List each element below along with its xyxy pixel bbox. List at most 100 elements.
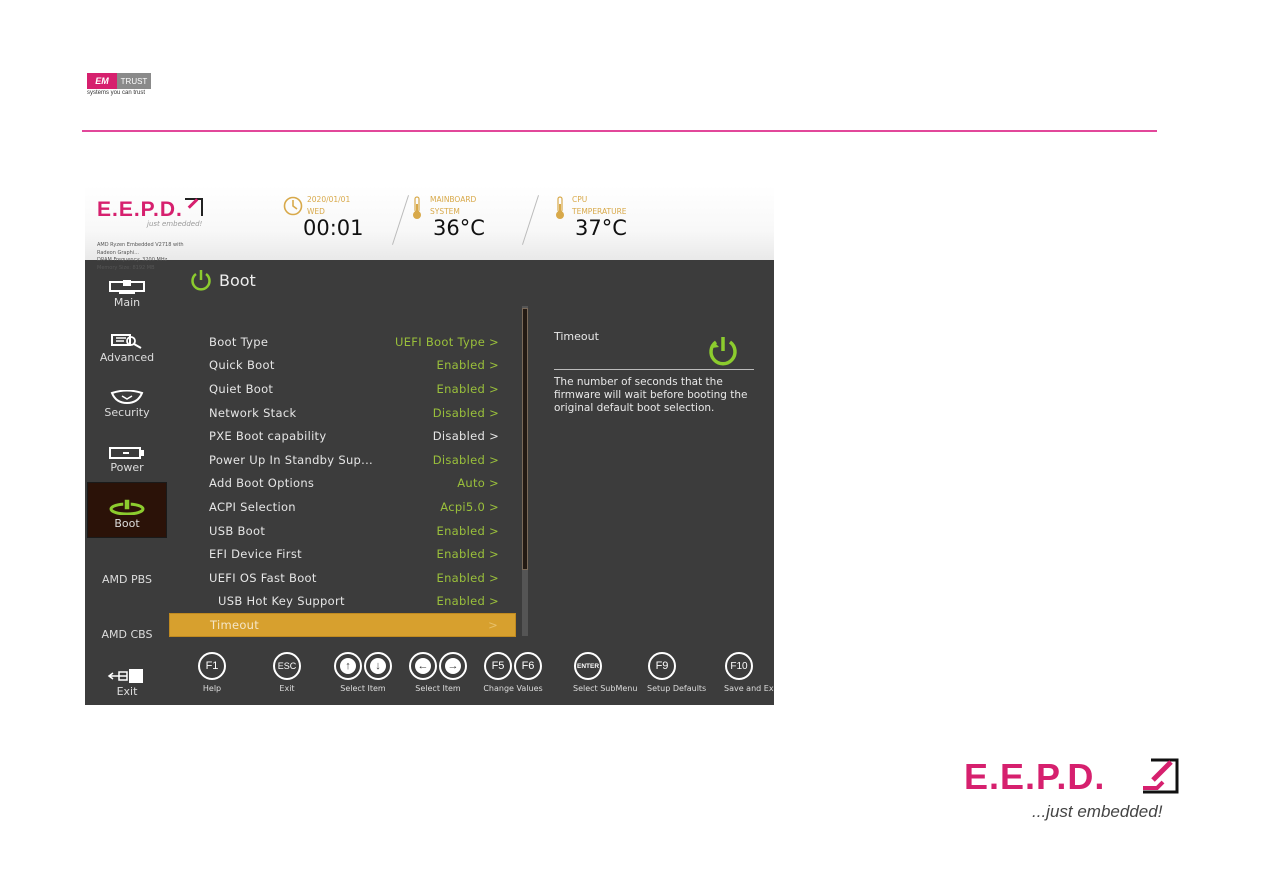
key-leftright-select[interactable]: ← → Select Item	[406, 652, 470, 693]
menu-item-label: USB Boot	[209, 523, 266, 538]
menu-item-value[interactable]: Disabled >	[433, 453, 499, 467]
thermometer-icon	[413, 196, 421, 219]
key-label: Select Item	[415, 684, 461, 693]
menu-item-label: Timeout	[210, 617, 260, 632]
key-f1: F1	[198, 652, 226, 680]
sidebar-item-main[interactable]: Main	[87, 266, 167, 320]
arrow-down-icon: ↓	[364, 652, 392, 680]
menu-item-label: EFI Device First	[209, 547, 302, 562]
datetime-widget: 2020/01/01 WED 00:01	[283, 194, 364, 240]
key-f5: F5	[484, 652, 512, 680]
menu-item-usb-boot[interactable]: USB Boot Enabled >	[169, 519, 516, 543]
menu-item-label: Network Stack	[209, 405, 297, 420]
menu-item-label: UEFI OS Fast Boot	[209, 570, 317, 585]
key-label: Exit	[279, 684, 295, 693]
menu-item-quick-boot[interactable]: Quick Boot Enabled >	[169, 354, 516, 378]
menu-item-label: USB Hot Key Support	[218, 594, 345, 609]
key-enter: ENTER	[574, 652, 602, 680]
menu-item-quiet-boot[interactable]: Quiet Boot Enabled >	[169, 377, 516, 401]
menu-item-pxe-boot-capability[interactable]: PXE Boot capability Disabled >	[169, 424, 516, 448]
key-f5f6-change[interactable]: F5 F6 Change Values	[481, 652, 545, 693]
menu-item-label: Power Up In Standby Sup...	[209, 452, 373, 467]
sidebar-label: Advanced	[99, 351, 155, 364]
sidebar-item-power[interactable]: Power	[87, 431, 167, 485]
sidebar-label: AMD CBS	[101, 627, 153, 641]
menu-item-label: ACPI Selection	[209, 499, 296, 514]
sidebar-item-security[interactable]: Security	[87, 376, 167, 430]
key-label: Setup Defaults	[647, 684, 707, 693]
key-label: Help	[202, 684, 222, 693]
menu-item-value[interactable]: Enabled >	[437, 358, 499, 372]
bios-brand: E.E.P.D.	[97, 198, 183, 221]
key-f1-help[interactable]: F1 Help	[197, 652, 227, 693]
divider	[521, 195, 540, 245]
shield-icon	[110, 390, 144, 404]
bios-status-bar: E.E.P.D. just embedded! AMD Ryzen Embedd…	[85, 186, 774, 271]
bios-screen: E.E.P.D. just embedded! AMD Ryzen Embedd…	[85, 186, 774, 705]
scrollbar[interactable]	[522, 306, 528, 636]
bios-sidebar: Main Advanced Security Power Boot AMD PB…	[85, 260, 171, 705]
em-trust-logo: EM TRUST systems you can trust	[87, 73, 151, 96]
menu-item-value[interactable]: Enabled >	[437, 382, 499, 396]
key-esc-exit[interactable]: ESC Exit	[272, 652, 302, 693]
menu-item-acpi-selection[interactable]: ACPI Selection Acpi5.0 >	[169, 495, 516, 519]
sidebar-item-advanced[interactable]: Advanced	[87, 321, 167, 375]
key-f10-save-exit[interactable]: F10 Save and Exit	[724, 652, 774, 693]
menu-item-value[interactable]: Enabled >	[437, 547, 499, 561]
menu-item-label: Quiet Boot	[209, 381, 274, 396]
mainboard-label-1: MAINBOARD	[430, 195, 477, 204]
help-divider	[554, 369, 754, 370]
help-description: The number of seconds that the firmware …	[554, 376, 748, 414]
menu-item-value[interactable]: Enabled >	[437, 571, 499, 585]
menu-item-network-stack[interactable]: Network Stack Disabled >	[169, 401, 516, 425]
menu-item-value[interactable]: >	[488, 618, 498, 632]
menu-item-boot-type[interactable]: Boot Type UEFI Boot Type >	[169, 330, 516, 354]
help-panel: Timeout The number of seconds that the f…	[554, 330, 754, 415]
menu-item-value[interactable]: Acpi5.0 >	[440, 500, 499, 514]
menu-item-timeout[interactable]: Timeout >	[169, 613, 516, 637]
cpu-label-1: CPU	[572, 195, 588, 204]
key-f10: F10	[725, 652, 753, 680]
divider	[391, 195, 410, 245]
menu-item-value[interactable]: Disabled >	[433, 429, 499, 443]
menu-item-value[interactable]: Enabled >	[437, 594, 499, 608]
boot-settings-list: Boot Type UEFI Boot Type > Quick Boot Enabl…	[169, 330, 516, 637]
eepd-footer-logo: E.E.P.D. ...just embedded!	[964, 756, 1179, 821]
menu-item-label: PXE Boot capability	[209, 429, 327, 444]
sidebar-item-amd-pbs[interactable]: AMD PBS	[87, 552, 167, 606]
menu-item-value[interactable]: Enabled >	[437, 524, 499, 538]
menu-item-uefi-os-fast-boot[interactable]: UEFI OS Fast Boot Enabled >	[169, 566, 516, 590]
menu-item-value[interactable]: UEFI Boot Type >	[395, 335, 499, 349]
sidebar-item-boot[interactable]: Boot	[87, 482, 167, 538]
eepd-mark-icon	[1143, 758, 1179, 794]
date: 2020/01/01	[307, 195, 351, 204]
key-f9: F9	[648, 652, 676, 680]
key-label: Select SubMenu	[573, 684, 638, 693]
sidebar-label: Power	[110, 461, 144, 474]
key-updown-select[interactable]: ↑ ↓ Select Item	[331, 652, 395, 693]
clock-icon	[283, 196, 303, 216]
cpu-info: AMD Ryzen Embedded V2718 with Radeon Gra…	[97, 242, 184, 256]
key-enter-submenu[interactable]: ENTER Select SubMenu	[573, 652, 638, 693]
power-icon	[191, 270, 211, 291]
key-label: Save and Exit	[724, 684, 774, 693]
menu-item-usb-hot-key-support[interactable]: USB Hot Key Support Enabled >	[169, 590, 516, 614]
menu-item-value[interactable]: Auto >	[457, 476, 499, 490]
key-label: Change Values	[483, 684, 543, 693]
key-legend: F1 Help ESC Exit ↑ ↓ Select Item ← → Sel…	[85, 648, 774, 705]
key-f9-defaults[interactable]: F9 Setup Defaults	[647, 652, 707, 693]
cpu-temp-widget: CPU TEMPERATURE 37°C	[555, 194, 627, 240]
time: 00:01	[303, 216, 364, 240]
menu-item-value[interactable]: Disabled >	[433, 406, 499, 420]
eepd-mark-icon	[184, 198, 203, 216]
menu-item-power-up-in-standby-sup[interactable]: Power Up In Standby Sup... Disabled >	[169, 448, 516, 472]
sidebar-label: Security	[104, 406, 150, 419]
power-icon	[709, 337, 737, 366]
scrollbar-thumb[interactable]	[522, 308, 528, 570]
key-esc: ESC	[273, 652, 301, 680]
key-label: Select Item	[340, 684, 386, 693]
menu-item-add-boot-options[interactable]: Add Boot Options Auto >	[169, 472, 516, 496]
sidebar-label: Boot	[114, 517, 140, 530]
menu-item-efi-device-first[interactable]: EFI Device First Enabled >	[169, 542, 516, 566]
bios-brand-logo: E.E.P.D. just embedded! AMD Ryzen Embedd…	[97, 198, 203, 271]
